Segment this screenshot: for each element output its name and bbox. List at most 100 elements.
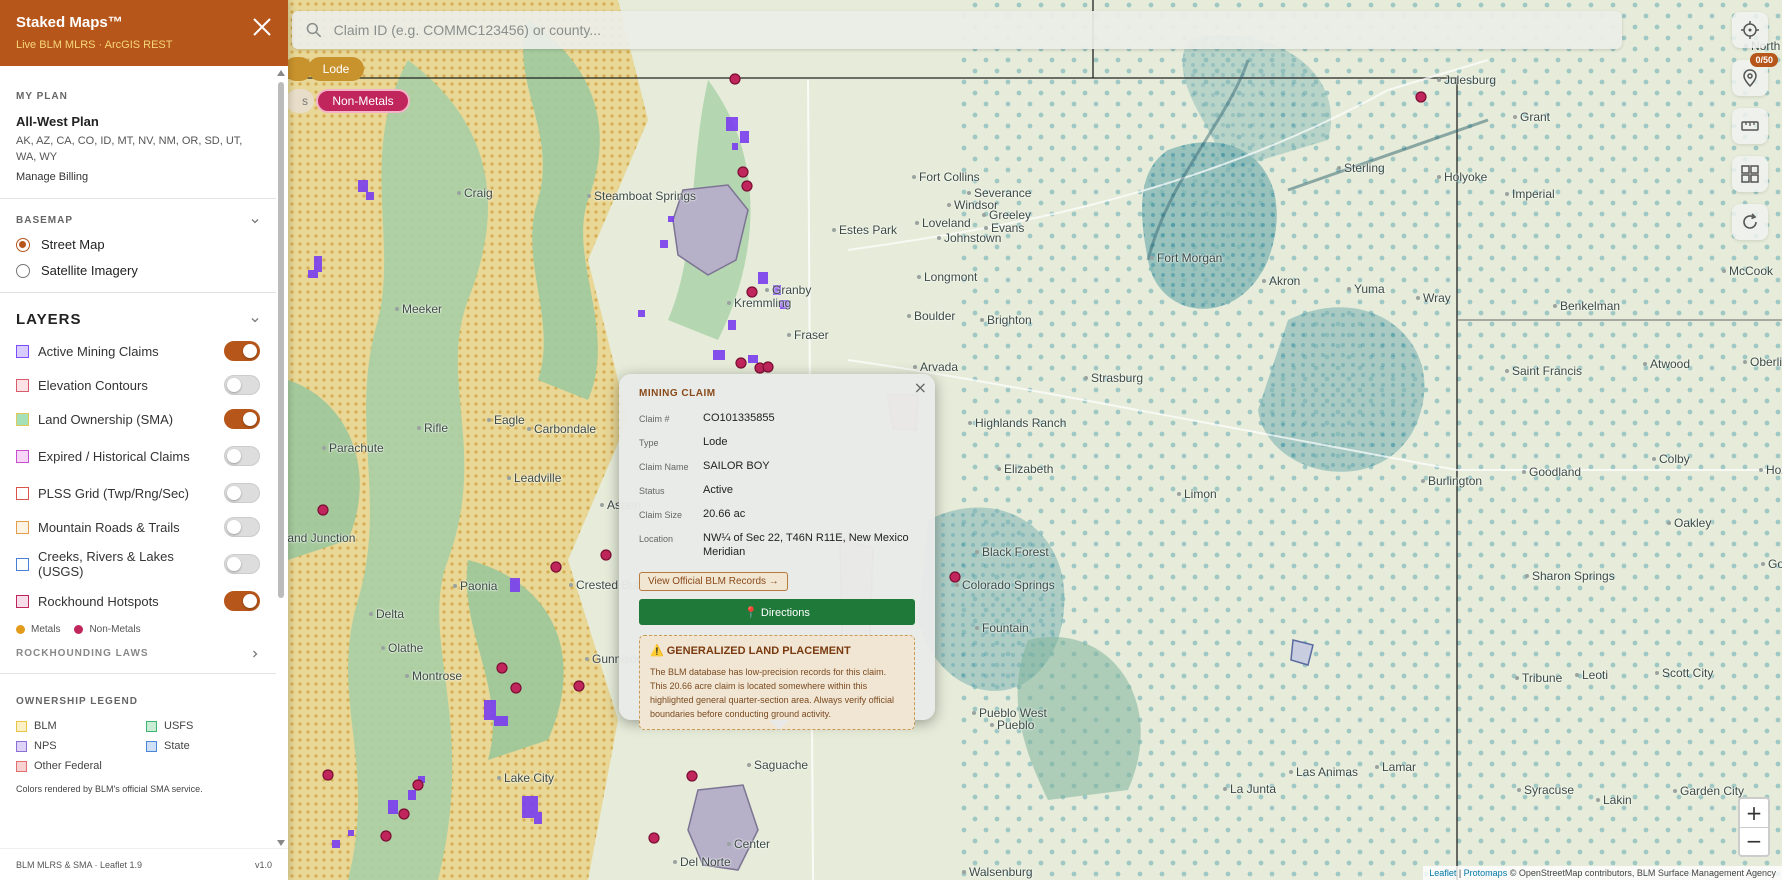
layer-row: Land Ownership (SMA)	[16, 402, 260, 436]
layer-swatch	[16, 378, 29, 392]
sidebar-header: Staked Maps™ Live BLM MLRS · ArcGIS REST	[0, 0, 288, 66]
close-icon[interactable]	[252, 17, 272, 37]
place-label: Black Forest	[975, 545, 1049, 559]
radio-button[interactable]	[16, 237, 30, 252]
popup-field-value: NW¼ of Sec 22, T46N R11E, New Mexico Mer…	[703, 532, 909, 558]
place-label: Benkelman	[1552, 299, 1621, 313]
popup-field-key: Claim #	[639, 414, 670, 424]
popup-close-icon[interactable]: ×	[914, 378, 927, 397]
claims-counter-badge: 0/50	[1750, 53, 1778, 67]
place-label: Leadville	[506, 471, 562, 485]
layer-toggle[interactable]	[224, 517, 260, 537]
layer-toggle[interactable]	[224, 483, 260, 503]
place-label: Longmont	[916, 270, 978, 284]
place-label: Burlington	[1420, 474, 1483, 488]
place-label: Colorado Springs	[955, 578, 1055, 592]
place-label: Brighton	[980, 313, 1032, 327]
place-label: Fraser	[787, 328, 829, 342]
layer-toggle[interactable]	[224, 554, 260, 574]
place-label: Johnstown	[936, 231, 1002, 245]
search-bar[interactable]	[292, 11, 1622, 49]
layer-toggle[interactable]	[224, 341, 260, 361]
place-label: Fountain	[975, 621, 1029, 635]
crosshair-icon	[1741, 21, 1759, 39]
basemap-option-label: Satellite Imagery	[41, 263, 138, 278]
place-label: Greeley	[981, 208, 1032, 222]
map-canvas[interactable]: Fort Collins Severance Windsor Loveland Gree…	[288, 0, 1782, 880]
map-tiles	[288, 0, 1782, 880]
basemap-option-0[interactable]: Street Map	[16, 237, 260, 252]
layer-toggle[interactable]	[224, 446, 260, 466]
chevron-down-icon	[251, 218, 259, 223]
manage-billing-link[interactable]: Manage Billing	[16, 171, 260, 183]
lode-filter-chip[interactable]: Lode	[308, 57, 364, 81]
metals-filter-chip[interactable]: s	[288, 89, 314, 113]
layer-label: Elevation Contours	[38, 377, 148, 393]
layer-row: Creeks, Rivers & Lakes (USGS)	[16, 544, 260, 584]
place-label: Loveland	[915, 216, 971, 230]
place-label: Center	[726, 837, 771, 851]
version-label: v1.0	[254, 859, 272, 870]
popup-field-key: Type	[639, 438, 659, 448]
place-label: Oakley	[1666, 516, 1712, 530]
zoom-in-button[interactable]: +	[1740, 799, 1768, 828]
popup-field-row: Claim Name SAILOR BOY	[639, 459, 915, 474]
claim-popup: × MINING CLAIM Claim # CO101335855 Type Lod…	[619, 374, 935, 730]
ownership-label: NPS	[34, 740, 57, 752]
directions-button[interactable]: 📍 Directions	[639, 599, 915, 625]
place-label: Sharon Springs	[1525, 569, 1615, 583]
zoom-out-button[interactable]: −	[1740, 828, 1768, 856]
refresh-button[interactable]	[1732, 204, 1768, 240]
place-label: Strasburg	[1083, 371, 1144, 385]
leaflet-link[interactable]: Leaflet	[1429, 868, 1456, 878]
rockhounding-laws-row[interactable]: ROCKHOUNDING LAWS	[16, 648, 260, 659]
place-label: Pueblo	[989, 718, 1035, 732]
place-label: Olathe	[380, 641, 424, 655]
measure-button[interactable]	[1732, 108, 1768, 144]
place-label: Las Animas	[1288, 765, 1359, 779]
nonmetals-dot	[74, 625, 84, 634]
popup-field-row: Status Active	[639, 483, 915, 498]
zoom-control: + −	[1738, 797, 1770, 857]
place-label: Imperial	[1505, 187, 1555, 201]
nonmetals-filter-chip[interactable]: Non-Metals	[316, 89, 410, 113]
place-label: Sterling	[1337, 161, 1385, 175]
grid-button[interactable]	[1732, 156, 1768, 192]
place-label: Hoxie	[1759, 463, 1782, 477]
place-label: Colby	[1652, 452, 1690, 466]
rockhounding-laws-label: ROCKHOUNDING LAWS	[16, 648, 149, 659]
popup-field-value: CO101335855	[703, 412, 775, 424]
view-blm-records-button[interactable]: View Official BLM Records →	[639, 572, 788, 591]
place-label: Elizabeth	[996, 462, 1054, 476]
my-plan-label: MY PLAN	[16, 91, 68, 102]
place-label: Atwood	[1642, 357, 1691, 371]
place-label: Fort Collins	[912, 170, 980, 184]
place-label: Steamboat Springs	[586, 189, 697, 203]
layers-header[interactable]: LAYERS	[16, 311, 260, 328]
ownership-swatch	[146, 740, 157, 752]
ownership-label: USFS	[164, 720, 194, 732]
basemap-option-1[interactable]: Satellite Imagery	[16, 263, 260, 278]
map-attribution: Leaflet | Protomaps © OpenStreetMap cont…	[1423, 866, 1782, 880]
layer-toggle[interactable]	[224, 591, 260, 611]
locate-button[interactable]	[1732, 12, 1768, 48]
place-label: Grand Junction	[288, 531, 355, 545]
protomaps-link[interactable]: Protomaps	[1464, 868, 1508, 878]
chevron-down-icon	[251, 317, 259, 322]
layer-swatch	[16, 557, 29, 571]
basemap-header[interactable]: BASEMAP	[16, 215, 260, 226]
radio-button[interactable]	[16, 263, 30, 278]
ownership-legend-item: Other Federal	[16, 760, 146, 772]
layer-toggle[interactable]	[224, 375, 260, 395]
ownership-swatch	[16, 760, 27, 772]
place-label: Saint Francis	[1504, 364, 1583, 378]
layer-row: Mountain Roads & Trails	[16, 510, 260, 544]
place-label: Scott City	[1654, 666, 1714, 680]
layer-swatch	[16, 449, 29, 463]
search-input[interactable]	[333, 22, 1608, 38]
layer-toggle[interactable]	[224, 409, 260, 429]
sidebar-scrollbar[interactable]	[277, 68, 285, 846]
ruler-icon	[1741, 121, 1759, 131]
layer-row: Expired / Historical Claims	[16, 436, 260, 476]
metals-legend-label: Metals	[31, 624, 61, 635]
